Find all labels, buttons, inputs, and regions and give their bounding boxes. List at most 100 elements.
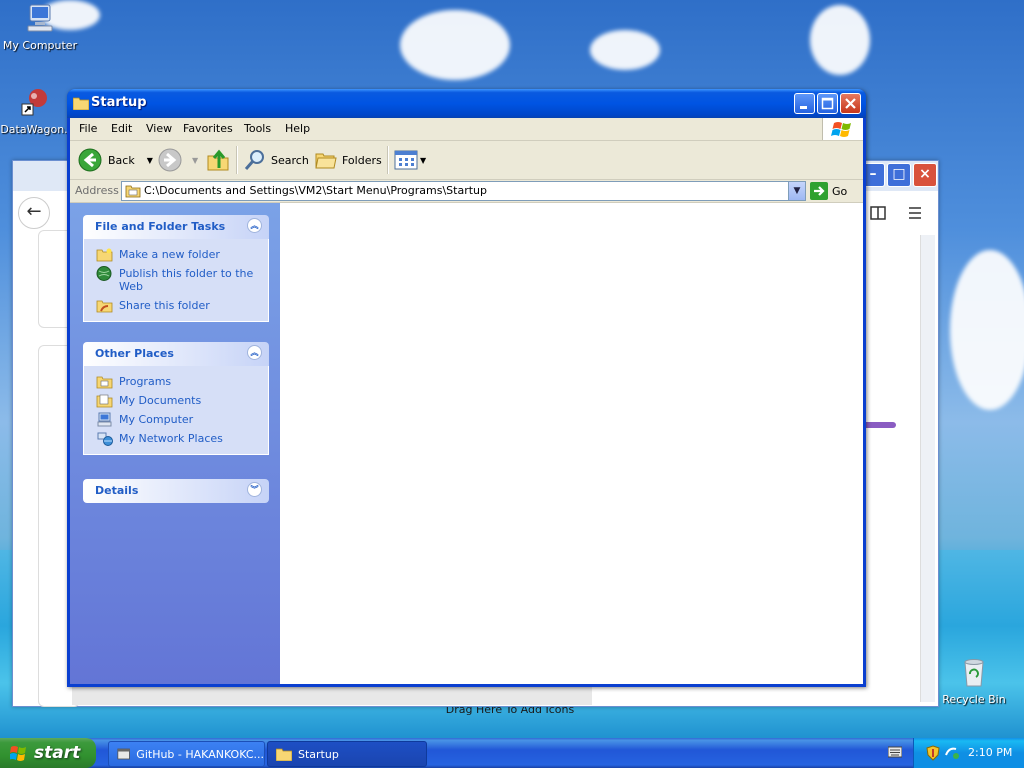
folders-label: Folders — [342, 153, 382, 167]
explorer-titlebar[interactable]: Startup — [67, 89, 866, 118]
forward-dropdown-icon: ▼ — [192, 155, 199, 165]
address-label: Address — [75, 184, 119, 197]
task-pane: File and Folder Tasks ︽ Make a new folde… — [70, 203, 280, 684]
back-arrow-icon — [78, 148, 102, 172]
maximize-button[interactable] — [817, 93, 838, 114]
panel-body: Programs My Documents My Computer My Net… — [83, 366, 269, 455]
task-share-folder[interactable]: Share this folder — [84, 296, 268, 315]
back-button[interactable]: Back ▼ — [78, 148, 153, 172]
menu-help[interactable]: Help — [285, 122, 310, 135]
windows-logo — [822, 118, 863, 140]
back-dropdown-icon[interactable]: ▼ — [147, 156, 153, 165]
views-dropdown-icon[interactable]: ▼ — [420, 156, 426, 165]
collapse-chevron-icon[interactable]: ︽ — [247, 218, 262, 233]
place-my-documents[interactable]: My Documents — [84, 391, 268, 410]
place-programs[interactable]: Programs — [84, 372, 268, 391]
start-label: start — [34, 743, 81, 763]
search-icon — [244, 150, 264, 170]
computer-icon — [27, 4, 53, 32]
menu-file[interactable]: File — [79, 122, 97, 135]
place-my-network-places[interactable]: My Network Places — [84, 429, 268, 448]
go-label: Go — [832, 184, 848, 198]
panel-body: Make a new folder Publish this folder to… — [83, 239, 269, 322]
background-strip — [72, 685, 592, 705]
background-window-controls: – □ × — [860, 161, 938, 189]
close-button[interactable] — [840, 93, 861, 114]
address-input[interactable]: C:\Documents and Settings\VM2\Start Menu… — [121, 181, 806, 201]
background-maximize-button[interactable]: □ — [887, 163, 911, 187]
task-make-new-folder[interactable]: Make a new folder — [84, 245, 268, 264]
reader-and-menu-icons — [870, 206, 921, 220]
go-button[interactable]: Go — [810, 182, 847, 200]
search-button[interactable]: Search — [243, 148, 309, 172]
place-label: Programs — [119, 375, 172, 388]
programs-folder-icon — [96, 376, 113, 389]
desktop-icon-label: Recycle Bin — [942, 693, 1006, 706]
taskbar-button-label: Startup — [298, 747, 339, 761]
views-button[interactable]: ▼ — [394, 148, 426, 172]
cloud — [810, 5, 870, 75]
cloud — [590, 30, 660, 70]
expand-chevron-icon[interactable]: ︾ — [247, 482, 262, 497]
forward-button[interactable]: ▼ — [158, 148, 198, 172]
cloud — [400, 10, 510, 80]
menu-tools[interactable]: Tools — [244, 122, 271, 135]
background-scrollbar[interactable] — [920, 235, 935, 702]
up-folder-button[interactable] — [206, 148, 230, 172]
network-places-icon — [97, 432, 113, 446]
folder-icon — [73, 97, 89, 110]
task-publish-to-web[interactable]: Publish this folder to the Web — [84, 264, 268, 296]
clock[interactable]: 2:10 PM — [968, 746, 1012, 759]
network-tray-icon[interactable] — [944, 745, 960, 761]
file-list-area[interactable] — [280, 203, 863, 684]
my-documents-icon — [96, 394, 113, 408]
taskbar-button-label: GitHub - HAKANKOKC... — [136, 747, 264, 761]
place-my-computer[interactable]: My Computer — [84, 410, 268, 429]
standard-toolbar: Back ▼ ▼ Search Folders ▼ — [70, 141, 863, 180]
place-label: My Computer — [119, 413, 194, 426]
background-close-button[interactable]: × — [913, 163, 937, 187]
minimize-button[interactable] — [794, 93, 815, 114]
task-label: Share this folder — [119, 299, 210, 312]
forward-arrow-icon — [158, 148, 182, 172]
address-dropdown-icon[interactable]: ▼ — [788, 182, 805, 200]
panel-title: File and Folder Tasks — [95, 220, 226, 233]
details-panel: Details ︾ — [83, 479, 269, 503]
menu-favorites[interactable]: Favorites — [183, 122, 233, 135]
menu-view[interactable]: View — [146, 122, 172, 135]
menu-edit[interactable]: Edit — [111, 122, 132, 135]
desktop-icon-label: My Computer — [2, 39, 78, 52]
taskbar-button-github[interactable]: GitHub - HAKANKOKC... — [108, 741, 265, 767]
file-folder-tasks-panel: File and Folder Tasks ︽ Make a new folde… — [83, 215, 269, 322]
start-button[interactable]: start — [0, 738, 96, 768]
explorer-window[interactable]: Startup File Edit View Favorites Tools H… — [67, 89, 866, 687]
browser-back-icon[interactable]: ← — [18, 197, 50, 229]
toolbar-separator — [236, 146, 238, 174]
desktop-icon-label: DataWagon. — [0, 123, 68, 136]
new-folder-icon — [96, 248, 113, 262]
task-label: Make a new folder — [119, 248, 220, 261]
desktop-icon-recycle-bin[interactable]: Recycle Bin — [934, 656, 1014, 706]
panel-header[interactable]: Details ︾ — [83, 479, 269, 503]
desktop-icon-my-computer[interactable]: My Computer — [0, 2, 80, 52]
taskbar-button-startup[interactable]: Startup — [267, 741, 427, 767]
keyboard-icon[interactable] — [888, 746, 902, 758]
panel-header[interactable]: Other Places ︽ — [83, 342, 269, 366]
collapse-chevron-icon[interactable]: ︽ — [247, 345, 262, 360]
panel-title: Details — [95, 484, 139, 497]
taskbar: start GitHub - HAKANKOKC... Startup 2:10… — [0, 738, 1024, 768]
back-label: Back — [108, 153, 135, 167]
panel-header[interactable]: File and Folder Tasks ︽ — [83, 215, 269, 239]
desktop-icon-datawagon[interactable]: DataWagon. — [0, 86, 74, 136]
up-folder-icon — [207, 149, 229, 171]
windows-flag-icon — [831, 122, 851, 137]
folders-button[interactable]: Folders — [314, 148, 382, 172]
minimize-icon — [800, 106, 807, 109]
panel-title: Other Places — [95, 347, 174, 360]
go-arrow-icon — [810, 182, 828, 200]
security-shield-icon[interactable] — [926, 745, 940, 761]
browser-toolbar-icons[interactable] — [867, 200, 927, 226]
folder-icon — [276, 748, 292, 761]
views-icon — [394, 150, 418, 170]
explorer-body: File Edit View Favorites Tools Help Back… — [70, 118, 863, 684]
